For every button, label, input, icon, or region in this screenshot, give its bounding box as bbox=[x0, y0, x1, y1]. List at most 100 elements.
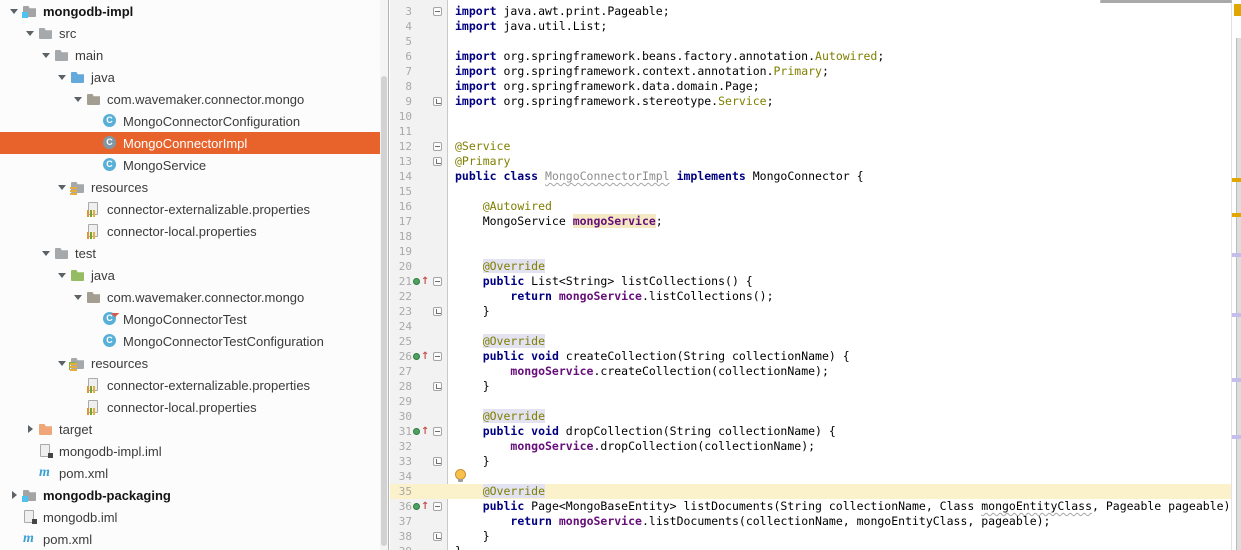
tree-item-mongodb-impl[interactable]: mongodb-impl bbox=[0, 0, 381, 22]
code-line-12[interactable]: @Service bbox=[455, 139, 1232, 154]
tree-item-main[interactable]: main bbox=[0, 44, 381, 66]
code-line-5[interactable] bbox=[455, 34, 1232, 49]
code-line-30[interactable]: @Override bbox=[455, 409, 1232, 424]
code-line-7[interactable]: import org.springframework.context.annot… bbox=[455, 64, 1232, 79]
code-line-28[interactable]: } bbox=[455, 379, 1232, 394]
code-line-20[interactable]: @Override bbox=[455, 259, 1232, 274]
fold-start-icon[interactable] bbox=[433, 427, 442, 436]
override-method-icon[interactable] bbox=[412, 274, 429, 289]
intention-bulb-icon[interactable] bbox=[454, 469, 467, 484]
expand-arrow-icon[interactable] bbox=[8, 3, 22, 19]
tree-item-com-wavemaker-connector-mongo[interactable]: com.wavemaker.connector.mongo bbox=[0, 88, 381, 110]
code-line-19[interactable] bbox=[455, 244, 1232, 259]
fold-start-icon[interactable] bbox=[433, 142, 442, 151]
code-line-14[interactable]: public class MongoConnectorImpl implemen… bbox=[455, 169, 1232, 184]
expand-arrow-icon[interactable] bbox=[72, 91, 86, 107]
code-line-36[interactable]: public Page<MongoBaseEntity> listDocumen… bbox=[455, 499, 1232, 514]
stripe-mark-icon[interactable] bbox=[1232, 313, 1241, 317]
tree-item-mongoconnectorconfiguration[interactable]: MongoConnectorConfiguration bbox=[0, 110, 381, 132]
tree-item-java[interactable]: java bbox=[0, 264, 381, 286]
code-line-38[interactable]: } bbox=[455, 529, 1232, 544]
tree-item-java[interactable]: java bbox=[0, 66, 381, 88]
tree-scrollbar[interactable] bbox=[380, 0, 388, 550]
code-line-4[interactable]: import java.util.List; bbox=[455, 19, 1232, 34]
code-line-21[interactable]: public List<String> listCollections() { bbox=[455, 274, 1232, 289]
code-line-31[interactable]: public void dropCollection(String collec… bbox=[455, 424, 1232, 439]
tree-item-connector-externalizable-properties[interactable]: connector-externalizable.properties bbox=[0, 198, 381, 220]
override-method-icon[interactable] bbox=[412, 424, 429, 439]
code-line-27[interactable]: mongoService.createCollection(collection… bbox=[455, 364, 1232, 379]
code-line-8[interactable]: import org.springframework.data.domain.P… bbox=[455, 79, 1232, 94]
tree-item-mongodb-impl-iml[interactable]: mongodb-impl.iml bbox=[0, 440, 381, 462]
code-line-10[interactable] bbox=[455, 109, 1232, 124]
tree-item-connector-local-properties[interactable]: connector-local.properties bbox=[0, 396, 381, 418]
expand-arrow-icon[interactable] bbox=[40, 47, 54, 63]
code-line-24[interactable] bbox=[455, 319, 1232, 334]
tree-item-pom-xml[interactable]: pom.xml bbox=[0, 528, 381, 550]
code-line-34[interactable] bbox=[455, 469, 1232, 484]
tree-item-mongoservice[interactable]: MongoService bbox=[0, 154, 381, 176]
code-line-11[interactable] bbox=[455, 124, 1232, 139]
fold-end-icon[interactable] bbox=[433, 307, 442, 316]
code-line-32[interactable]: mongoService.dropCollection(collectionNa… bbox=[455, 439, 1232, 454]
tree-item-src[interactable]: src bbox=[0, 22, 381, 44]
stripe-mark-icon[interactable] bbox=[1232, 178, 1241, 182]
tree-item-resources[interactable]: resources bbox=[0, 352, 381, 374]
code-line-18[interactable] bbox=[455, 229, 1232, 244]
top-scrollbar-thumb[interactable] bbox=[1100, 0, 1232, 3]
editor-vertical-scrollbar-thumb[interactable] bbox=[1236, 38, 1241, 550]
tree-item-mongoconnectorimpl[interactable]: MongoConnectorImpl bbox=[0, 132, 381, 154]
stripe-mark-icon[interactable] bbox=[1232, 378, 1241, 382]
tree-item-mongoconnectortestconfiguration[interactable]: MongoConnectorTestConfiguration bbox=[0, 330, 381, 352]
expand-arrow-icon[interactable] bbox=[24, 25, 38, 41]
tree-item-mongodb-iml[interactable]: mongodb.iml bbox=[0, 506, 381, 528]
fold-start-icon[interactable] bbox=[433, 7, 442, 16]
inspection-indicator-icon[interactable] bbox=[1234, 4, 1241, 16]
expand-arrow-icon[interactable] bbox=[56, 267, 70, 283]
expand-arrow-icon[interactable] bbox=[72, 289, 86, 305]
code-line-13[interactable]: @Primary bbox=[455, 154, 1232, 169]
code-line-39[interactable]: } bbox=[455, 544, 1232, 550]
code-line-6[interactable]: import org.springframework.beans.factory… bbox=[455, 49, 1232, 64]
code-line-17[interactable]: MongoService mongoService; bbox=[455, 214, 1232, 229]
expand-arrow-icon[interactable] bbox=[56, 179, 70, 195]
fold-start-icon[interactable] bbox=[433, 277, 442, 286]
tree-item-mongoconnectortest[interactable]: MongoConnectorTest bbox=[0, 308, 381, 330]
fold-end-icon[interactable] bbox=[433, 157, 442, 166]
tree-item-resources[interactable]: resources bbox=[0, 176, 381, 198]
code-line-37[interactable]: return mongoService.listDocuments(collec… bbox=[455, 514, 1232, 529]
code-line-9[interactable]: import org.springframework.stereotype.Se… bbox=[455, 94, 1232, 109]
code-line-23[interactable]: } bbox=[455, 304, 1232, 319]
override-method-icon[interactable] bbox=[412, 349, 429, 364]
tree-scrollbar-thumb[interactable] bbox=[381, 76, 387, 546]
stripe-mark-icon[interactable] bbox=[1232, 213, 1241, 217]
tree-item-connector-externalizable-properties[interactable]: connector-externalizable.properties bbox=[0, 374, 381, 396]
code-line-3[interactable]: import java.awt.print.Pageable; bbox=[455, 4, 1232, 19]
code-line-33[interactable]: } bbox=[455, 454, 1232, 469]
stripe-mark-icon[interactable] bbox=[1232, 435, 1241, 439]
collapse-arrow-icon[interactable] bbox=[8, 487, 22, 503]
tree-item-com-wavemaker-connector-mongo[interactable]: com.wavemaker.connector.mongo bbox=[0, 286, 381, 308]
expand-arrow-icon[interactable] bbox=[56, 69, 70, 85]
tree-item-mongodb-packaging[interactable]: mongodb-packaging bbox=[0, 484, 381, 506]
fold-start-icon[interactable] bbox=[433, 502, 442, 511]
fold-start-icon[interactable] bbox=[433, 352, 442, 361]
fold-end-icon[interactable] bbox=[433, 532, 442, 541]
fold-end-icon[interactable] bbox=[433, 382, 442, 391]
tree-item-pom-xml[interactable]: pom.xml bbox=[0, 462, 381, 484]
tree-item-test[interactable]: test bbox=[0, 242, 381, 264]
fold-end-icon[interactable] bbox=[433, 97, 442, 106]
error-stripe[interactable] bbox=[1231, 0, 1241, 550]
tree-item-target[interactable]: target bbox=[0, 418, 381, 440]
code-line-22[interactable]: return mongoService.listCollections(); bbox=[455, 289, 1232, 304]
expand-arrow-icon[interactable] bbox=[56, 355, 70, 371]
code-line-35[interactable]: @Override bbox=[455, 484, 1232, 499]
code-line-15[interactable] bbox=[455, 184, 1232, 199]
expand-arrow-icon[interactable] bbox=[40, 245, 54, 261]
override-method-icon[interactable] bbox=[412, 499, 429, 514]
fold-end-icon[interactable] bbox=[433, 457, 442, 466]
code-line-16[interactable]: @Autowired bbox=[455, 199, 1232, 214]
code-line-25[interactable]: @Override bbox=[455, 334, 1232, 349]
collapse-arrow-icon[interactable] bbox=[24, 421, 38, 437]
code-line-26[interactable]: public void createCollection(String coll… bbox=[455, 349, 1232, 364]
